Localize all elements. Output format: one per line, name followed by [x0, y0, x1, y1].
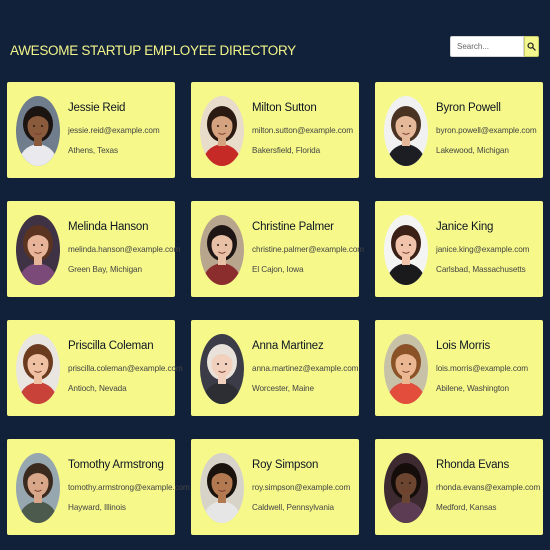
employee-location: Worcester, Maine [252, 384, 314, 393]
employee-name: Byron Powell [436, 102, 501, 114]
employee-name: Melinda Hanson [68, 221, 149, 233]
employee-card[interactable]: Christine Palmer christine.palmer@example… [191, 201, 364, 297]
employee-name: Lois Morris [436, 340, 491, 352]
employee-card[interactable]: Janice King janice.king@example.com Carlsb… [375, 201, 543, 297]
employee-name: Janice King [436, 221, 494, 233]
employee-email: christine.palmer@example.com [252, 245, 364, 254]
employee-email: milton.sutton@example.com [252, 126, 353, 135]
employee-card[interactable]: Tomothy Armstrong tomothy.armstrong@examp… [7, 439, 190, 535]
employee-avatar [384, 453, 428, 523]
employee-avatar [16, 453, 60, 523]
employee-location: Lakewood, Michigan [436, 146, 509, 155]
header: AWESOME STARTUP EMPLOYEE DIRECTORY [0, 0, 550, 80]
employee-card[interactable]: Milton Sutton milton.sutton@example.com Ba… [191, 82, 359, 178]
employee-avatar [200, 453, 244, 523]
employee-email: byron.powell@example.com [436, 126, 537, 135]
employee-avatar [200, 96, 244, 166]
employee-name: Priscilla Coleman [68, 340, 154, 352]
employee-name: Rhonda Evans [436, 459, 510, 471]
employee-location: Abilene, Washington [436, 384, 509, 393]
employee-location: El Cajon, Iowa [252, 265, 304, 274]
employee-avatar [384, 96, 428, 166]
employee-name: Christine Palmer [252, 221, 334, 233]
employee-card[interactable]: Melinda Hanson melinda.hanson@example.com… [7, 201, 180, 297]
employee-name: Milton Sutton [252, 102, 317, 114]
employee-email: rhonda.evans@example.com [436, 483, 541, 492]
employee-location: Caldwell, Pennsylvania [252, 503, 334, 512]
employee-email: tomothy.armstrong@example.com [68, 483, 190, 492]
employee-avatar [200, 334, 244, 404]
search-form [450, 36, 539, 57]
search-icon [527, 42, 536, 51]
employee-location: Bakersfield, Florida [252, 146, 321, 155]
employee-location: Hayward, Illinois [68, 503, 126, 512]
employee-avatar [384, 215, 428, 285]
employee-name: Jessie Reid [68, 102, 126, 114]
employee-email: lois.morris@example.com [436, 364, 529, 373]
employee-email: anna.martinez@example.com [252, 364, 359, 373]
employee-avatar [16, 96, 60, 166]
employee-card[interactable]: Jessie Reid jessie.reid@example.com Athens… [7, 82, 175, 178]
employee-location: Green Bay, Michigan [68, 265, 142, 274]
employee-name: Roy Simpson [252, 459, 319, 471]
employee-email: jessie.reid@example.com [68, 126, 160, 135]
employee-email: melinda.hanson@example.com [68, 245, 181, 254]
employee-directory-page: AWESOME STARTUP EMPLOYEE DIRECTORY Jessi… [0, 0, 550, 550]
employee-avatar [16, 215, 60, 285]
employee-email: roy.simpson@example.com [252, 483, 351, 492]
employee-location: Carlsbad, Massachusetts [436, 265, 526, 274]
employee-name: Anna Martinez [252, 340, 324, 352]
employee-email: priscilla.coleman@example.com [68, 364, 183, 373]
employee-avatar [384, 334, 428, 404]
employee-card[interactable]: Roy Simpson roy.simpson@example.com Caldwe… [191, 439, 359, 535]
employee-card[interactable]: Lois Morris lois.morris@example.com Abilen… [375, 320, 543, 416]
employee-avatar [16, 334, 60, 404]
employee-avatar [200, 215, 244, 285]
search-input[interactable] [450, 36, 524, 57]
employee-location: Athens, Texas [68, 146, 118, 155]
employee-location: Medford, Kansas [436, 503, 497, 512]
employee-name: Tomothy Armstrong [68, 459, 164, 471]
page-title: AWESOME STARTUP EMPLOYEE DIRECTORY [10, 43, 296, 58]
employee-card[interactable]: Anna Martinez anna.martinez@example.com Wo… [191, 320, 359, 416]
employee-card[interactable]: Priscilla Coleman priscilla.coleman@examp… [7, 320, 183, 416]
search-button[interactable] [524, 36, 539, 57]
employee-card[interactable]: Byron Powell byron.powell@example.com Lake… [375, 82, 543, 178]
employee-location: Antioch, Nevada [68, 384, 127, 393]
employee-card[interactable]: Rhonda Evans rhonda.evans@example.com Medf… [375, 439, 543, 535]
employee-email: janice.king@example.com [436, 245, 530, 254]
